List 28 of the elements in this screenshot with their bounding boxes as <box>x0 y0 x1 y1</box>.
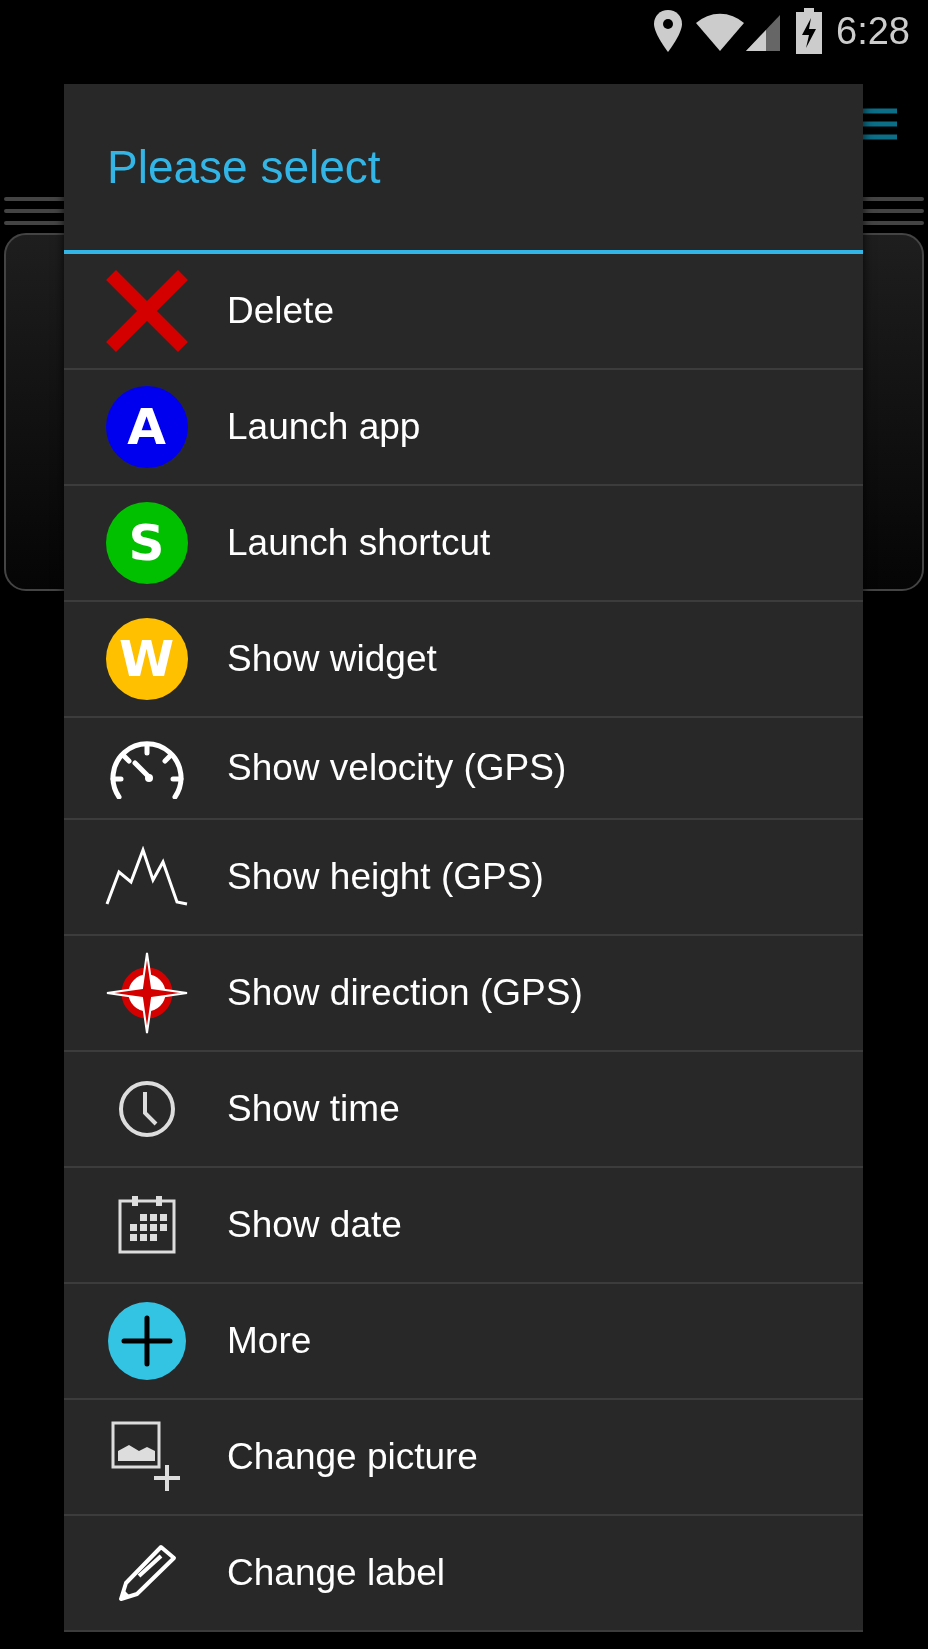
menu-item[interactable]: S Launch shortcut <box>64 486 863 602</box>
menu-item[interactable]: Show time <box>64 1052 863 1168</box>
menu-item[interactable]: Show height (GPS) <box>64 820 863 936</box>
clock-time: 6:28 <box>836 9 910 53</box>
pencil-icon <box>116 1544 177 1602</box>
letter-icon: W <box>105 618 188 700</box>
clock-icon <box>117 1080 176 1138</box>
menu-item[interactable]: A Launch app <box>64 370 863 486</box>
location-pin-icon <box>654 10 683 52</box>
battery-charging-icon <box>796 8 823 54</box>
menu-item[interactable]: Change picture <box>64 1400 863 1516</box>
menu-item[interactable]: W Show widget <box>64 602 863 718</box>
letter-icon: S <box>105 502 188 584</box>
menu-item[interactable]: Change label <box>64 1516 863 1632</box>
dialog-title: Please select <box>64 84 863 254</box>
wifi-signal-icon <box>696 11 783 51</box>
plus-icon <box>107 1302 186 1380</box>
add-picture-icon <box>110 1421 183 1493</box>
compass-icon <box>104 951 189 1035</box>
menu-item[interactable]: Show date <box>64 1168 863 1284</box>
letter-icon: A <box>105 386 188 468</box>
calendar-icon <box>117 1196 176 1254</box>
menu-item[interactable]: Delete <box>64 254 863 370</box>
menu-item[interactable]: Show direction (GPS) <box>64 936 863 1052</box>
cross-icon <box>105 270 188 352</box>
mountain-icon <box>104 846 189 908</box>
menu-item[interactable]: More <box>64 1284 863 1400</box>
menu-item[interactable]: Show velocity (GPS) <box>64 718 863 820</box>
